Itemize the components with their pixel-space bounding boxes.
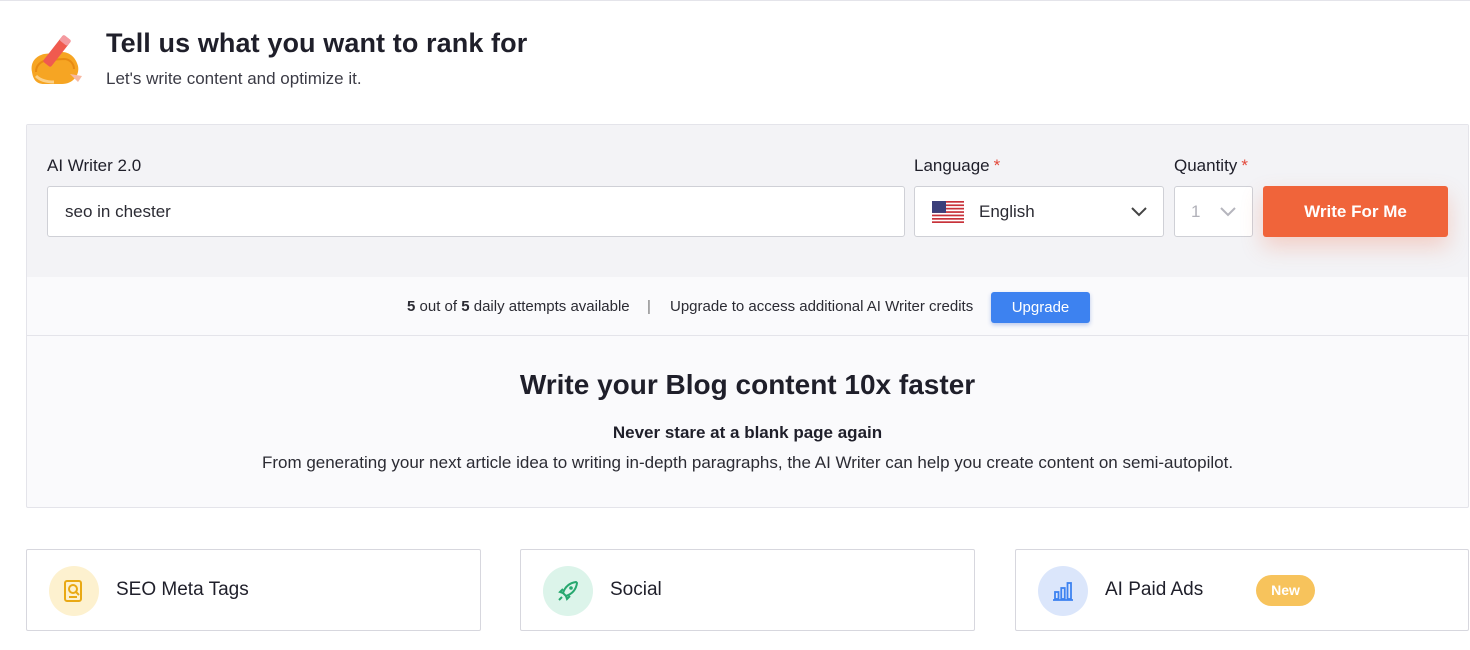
page-title: Tell us what you want to rank for (106, 28, 528, 58)
promo-section: Write your Blog content 10x faster Never… (27, 337, 1468, 508)
promo-subtitle: Never stare at a blank page again (612, 423, 883, 442)
chevron-down-icon (1220, 207, 1236, 217)
new-badge: New (1256, 575, 1315, 606)
language-label-text: Language (914, 156, 990, 175)
language-select[interactable]: English (914, 186, 1164, 237)
promo-title: Write your Blog content 10x faster (519, 369, 976, 400)
social-card[interactable]: Social (520, 549, 975, 631)
ai-writer-card: AI Writer 2.0 Language* English Quantity… (26, 124, 1469, 508)
seo-meta-tags-icon (49, 566, 99, 616)
quantity-label-text: Quantity (1174, 156, 1238, 175)
page-header: Tell us what you want to rank for Let's … (26, 24, 726, 94)
ai-paid-ads-card[interactable]: AI Paid Ads New (1015, 549, 1469, 631)
upgrade-text: Upgrade to access additional AI Writer c… (670, 298, 974, 315)
top-divider (0, 0, 1470, 1)
chevron-down-icon (1131, 207, 1147, 217)
us-flag-icon (932, 201, 964, 223)
keyword-input[interactable] (47, 186, 905, 237)
bar-chart-icon (1038, 566, 1088, 616)
quantity-label: Quantity * (1174, 156, 1248, 176)
required-marker: * (1241, 156, 1248, 175)
language-value: English (979, 202, 1035, 221)
quantity-value: 1 (1191, 202, 1201, 221)
promo-description: From generating your next article idea t… (261, 453, 1234, 472)
attempts-out-of: out of (419, 298, 458, 315)
separator: | (647, 298, 651, 315)
required-marker: * (993, 156, 1001, 175)
attempts-total: 5 (461, 298, 470, 315)
attempts-suffix: daily attempts available (473, 298, 630, 315)
ai-writer-label: AI Writer 2.0 (47, 156, 142, 175)
attempts-status: 5 out of 5 daily attempts available (407, 298, 630, 315)
writing-hand-icon (26, 32, 88, 90)
tool-label: SEO Meta Tags (116, 579, 249, 600)
page-subtitle: Let's write content and optimize it. (106, 69, 362, 88)
rocket-icon (543, 566, 593, 616)
writer-form: AI Writer 2.0 Language* English Quantity… (27, 125, 1468, 277)
attempts-used: 5 (407, 298, 416, 315)
tool-label: Social (610, 579, 662, 600)
seo-meta-tags-card[interactable]: SEO Meta Tags (26, 549, 481, 631)
write-for-me-button[interactable]: Write For Me (1263, 186, 1448, 237)
quantity-select[interactable]: 1 (1174, 186, 1253, 237)
attempts-bar: 5 out of 5 daily attempts available | Up… (27, 277, 1468, 336)
tool-label: AI Paid Ads (1105, 579, 1204, 600)
upgrade-button[interactable]: Upgrade (991, 292, 1090, 323)
language-label: Language * (914, 156, 1000, 176)
